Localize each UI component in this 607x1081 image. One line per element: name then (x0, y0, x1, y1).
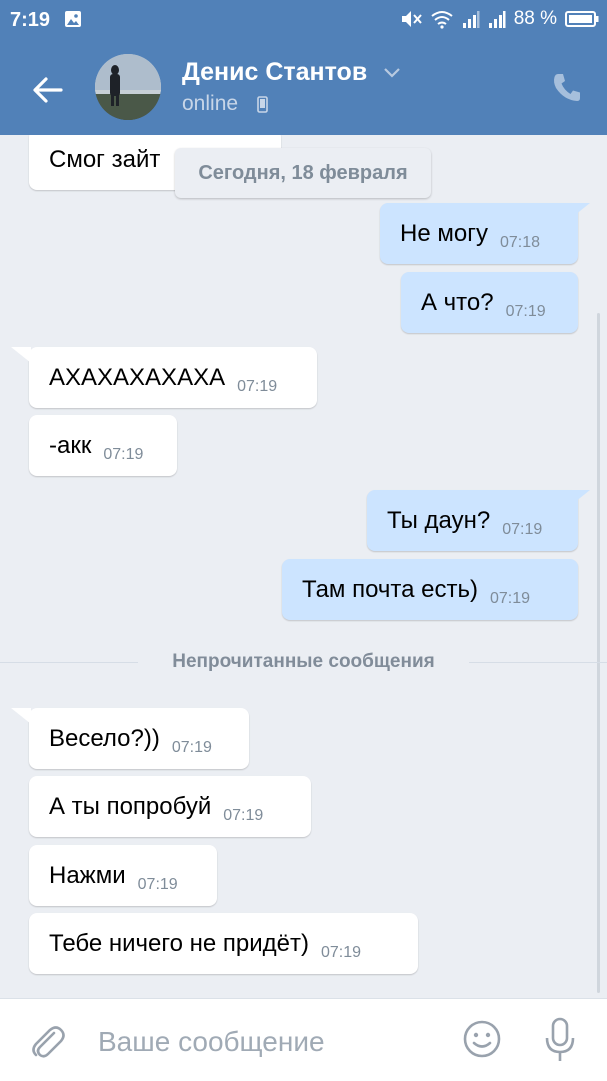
message-outgoing[interactable]: Не могу 07:18 (380, 203, 578, 264)
message-list[interactable]: Смог зайт Сегодня, 18 февраля Не могу 07:… (0, 135, 607, 998)
message-outgoing[interactable]: Ты даун? 07:19 (367, 490, 578, 551)
message-time: 07:19 (137, 876, 178, 893)
avatar[interactable] (95, 54, 161, 120)
message-text: Ты даун? (387, 507, 491, 534)
bubble-tail (11, 347, 31, 363)
wifi-icon (431, 11, 453, 29)
bubble-tail (570, 490, 590, 506)
mute-icon (401, 11, 422, 27)
back-arrow-icon[interactable] (28, 70, 68, 110)
message-time: 07:18 (499, 234, 540, 251)
message-time: 07:19 (490, 590, 531, 607)
composer-bar (0, 998, 607, 1081)
message-text: Не могу (400, 220, 488, 247)
message-text: АХАХАХАХАХА (49, 364, 226, 391)
message-outgoing[interactable]: А что? 07:19 (401, 272, 578, 333)
date-chip: Сегодня, 18 февраля (175, 148, 431, 198)
unread-label: Непрочитанные сообщения (172, 651, 435, 672)
smile-icon[interactable] (462, 1019, 502, 1059)
mobile-phone-icon (257, 96, 268, 113)
message-time: 07:19 (223, 807, 264, 824)
battery-icon (565, 11, 599, 27)
avatar-photo (95, 54, 161, 120)
microphone-icon[interactable] (543, 1017, 577, 1063)
status-bar: 7:19 88 % (0, 0, 607, 40)
bubble-tail (11, 708, 31, 724)
phone-call-icon[interactable] (552, 72, 582, 104)
message-outgoing[interactable]: Там почта есть) 07:19 (282, 559, 578, 620)
chevron-down-icon[interactable] (383, 66, 401, 80)
message-time: 07:19 (171, 739, 212, 756)
signal-icon (462, 11, 480, 28)
message-incoming[interactable]: Весело?)) 07:19 (29, 708, 249, 769)
message-time: 07:19 (321, 944, 362, 961)
status-time: 7:19 (10, 9, 51, 31)
chat-header: Денис Стантов online (0, 40, 607, 135)
online-status: online (182, 92, 239, 115)
message-time: 07:19 (502, 521, 543, 538)
message-text: -акк (49, 432, 92, 459)
contact-name[interactable]: Денис Стантов (182, 58, 367, 87)
message-incoming[interactable]: -акк 07:19 (29, 415, 177, 476)
message-incoming[interactable]: Нажми 07:19 (29, 845, 217, 906)
signal-icon (488, 11, 506, 28)
message-text: Там почта есть) (302, 576, 478, 603)
battery-percent: 88 % (513, 8, 557, 29)
message-incoming[interactable]: Тебе ничего не придёт) 07:19 (29, 913, 418, 974)
bubble-tail (570, 203, 590, 219)
unread-separator: Непрочитанные сообщения (0, 647, 607, 677)
message-time: 07:19 (103, 446, 144, 463)
image-icon (65, 11, 81, 27)
message-text: Весело?)) (49, 725, 160, 752)
message-text: А что? (421, 289, 494, 316)
message-time: 07:19 (237, 378, 278, 395)
paperclip-icon[interactable] (28, 1021, 66, 1061)
message-text: Смог зайт (49, 146, 161, 173)
message-text: Тебе ничего не придёт) (49, 930, 309, 957)
message-incoming[interactable]: АХАХАХАХАХА 07:19 (29, 347, 317, 408)
message-text: Нажми (49, 862, 126, 889)
message-time: 07:19 (505, 303, 546, 320)
message-input[interactable] (96, 1019, 440, 1065)
message-text: А ты попробуй (49, 793, 212, 820)
message-incoming[interactable]: А ты попробуй 07:19 (29, 776, 311, 837)
